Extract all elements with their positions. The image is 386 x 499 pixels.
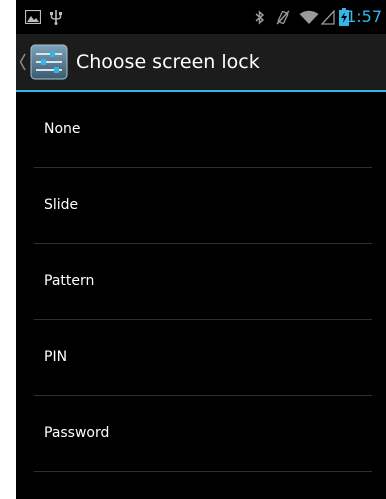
vibrate-mute-icon <box>276 9 290 25</box>
list-item-pin[interactable]: PIN <box>16 320 386 396</box>
status-time: 1:57 <box>346 7 382 26</box>
signal-icon <box>321 9 335 25</box>
list-item-label: None <box>44 121 81 137</box>
wifi-icon <box>299 9 319 25</box>
list-item-label: Password <box>44 425 110 441</box>
action-bar: Choose screen lock <box>16 34 386 92</box>
list-item-slide[interactable]: Slide <box>16 168 386 244</box>
list-item-label: Slide <box>44 197 79 213</box>
page-title: Choose screen lock <box>76 51 260 73</box>
status-bar: 1:57 <box>16 0 386 34</box>
bluetooth-icon <box>254 9 266 25</box>
usb-icon <box>49 9 63 25</box>
list-item-password[interactable]: Password <box>16 396 386 472</box>
list-item-none[interactable]: None <box>16 92 386 168</box>
image-notification-icon <box>24 9 42 25</box>
divider <box>34 471 372 472</box>
up-caret-icon[interactable] <box>19 53 26 71</box>
list-item-pattern[interactable]: Pattern <box>16 244 386 320</box>
screen-lock-options-list: None Slide Pattern PIN Password <box>16 92 386 472</box>
list-item-label: Pattern <box>44 273 95 289</box>
settings-app-icon[interactable] <box>30 44 68 80</box>
list-item-label: PIN <box>44 349 68 365</box>
screen: 1:57 Choose screen lock None Slide Patte… <box>16 0 386 499</box>
